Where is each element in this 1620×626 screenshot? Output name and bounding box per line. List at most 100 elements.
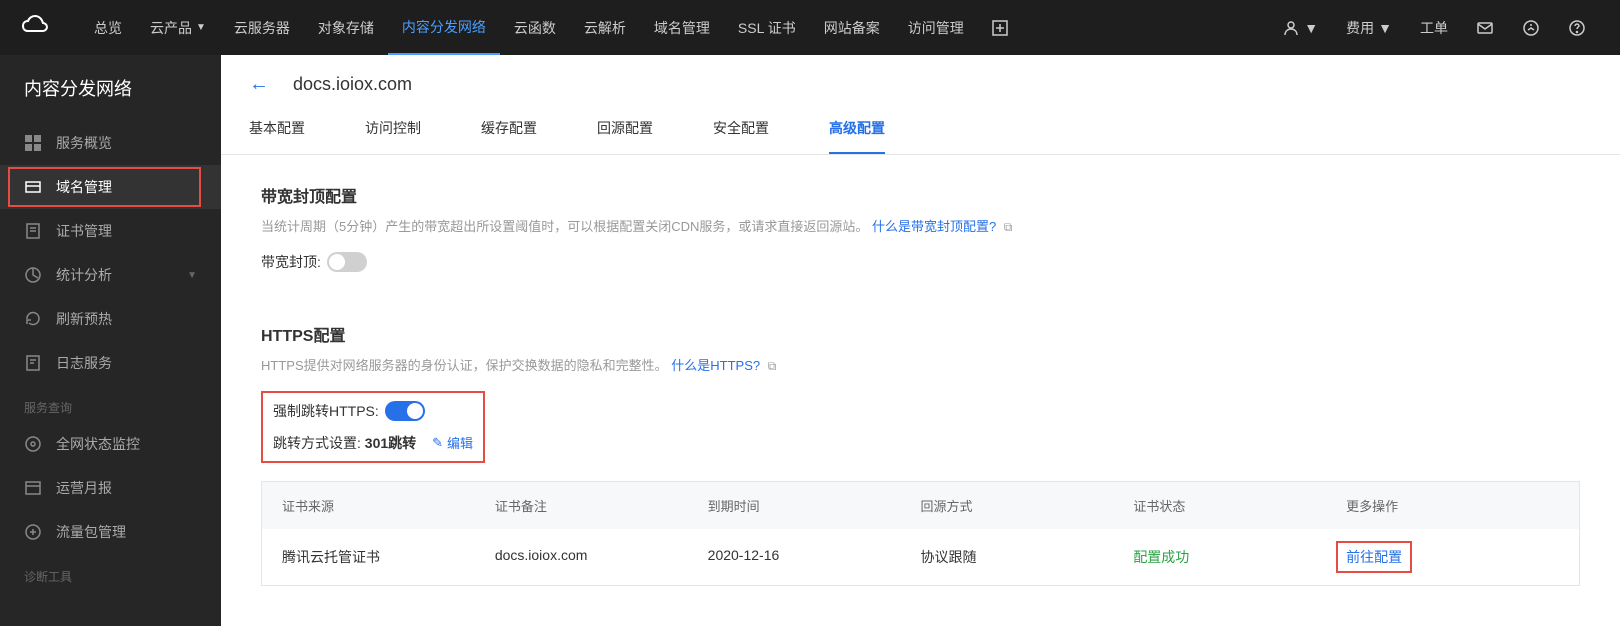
- back-arrow-icon[interactable]: ←: [249, 73, 269, 96]
- message-icon[interactable]: [1462, 19, 1508, 37]
- table-header: 证书来源 证书备注 到期时间 回源方式 证书状态 更多操作: [262, 482, 1579, 529]
- help-icon[interactable]: [1554, 19, 1600, 37]
- sidebar-item-refresh[interactable]: 刷新预热: [0, 297, 221, 341]
- https-title: HTTPS配置: [261, 322, 1580, 346]
- account-menu[interactable]: ▼: [1268, 19, 1332, 37]
- tab-origin[interactable]: 回源配置: [597, 118, 653, 154]
- https-help-link[interactable]: 什么是HTTPS?: [671, 358, 760, 373]
- th-expire: 到期时间: [708, 496, 921, 515]
- nav-overview[interactable]: 总览: [80, 0, 136, 55]
- nav-cos[interactable]: 对象存储: [304, 0, 388, 55]
- force-https-label: 强制跳转HTTPS:: [273, 401, 379, 421]
- sidebar-item-stats[interactable]: 统计分析 ▼: [0, 253, 221, 297]
- redirect-label: 跳转方式设置: 301跳转: [273, 433, 416, 453]
- nav-beian[interactable]: 网站备案: [810, 0, 894, 55]
- sidebar-item-domain[interactable]: 域名管理: [0, 165, 221, 209]
- sidebar-item-report[interactable]: 运营月报: [0, 466, 221, 510]
- sidebar-item-label: 流量包管理: [56, 522, 126, 542]
- cert-icon: [24, 222, 42, 240]
- dashboard-icon: [24, 134, 42, 152]
- refresh-icon: [24, 310, 42, 328]
- sidebar-item-log[interactable]: 日志服务: [0, 341, 221, 385]
- sidebar-item-label: 统计分析: [56, 265, 112, 285]
- td-expire: 2020-12-16: [708, 547, 921, 567]
- sidebar-section-diag: 诊断工具: [0, 554, 221, 591]
- td-note: docs.ioiox.com: [495, 547, 708, 567]
- force-https-toggle[interactable]: [385, 401, 425, 421]
- th-origin: 回源方式: [920, 496, 1133, 515]
- chevron-down-icon: ▼: [1378, 20, 1392, 36]
- sidebar-item-overview[interactable]: 服务概览: [0, 121, 221, 165]
- sidebar-item-label: 刷新预热: [56, 309, 112, 329]
- external-link-icon: ⧉: [768, 357, 777, 376]
- logo-icon[interactable]: [20, 13, 50, 43]
- bandwidth-toggle[interactable]: [327, 252, 367, 272]
- content-area: ← docs.ioiox.com 基本配置 访问控制 缓存配置 回源配置 安全配…: [221, 55, 1620, 626]
- sidebar-item-label: 日志服务: [56, 353, 112, 373]
- nav-dns[interactable]: 云解析: [570, 0, 640, 55]
- nav-cam[interactable]: 访问管理: [894, 0, 978, 55]
- bandwidth-toggle-label: 带宽封顶:: [261, 252, 321, 272]
- monitor-icon: [24, 435, 42, 453]
- tab-cache[interactable]: 缓存配置: [481, 118, 537, 154]
- nav-domain[interactable]: 域名管理: [640, 0, 724, 55]
- nav-cdn[interactable]: 内容分发网络: [388, 0, 500, 55]
- th-note: 证书备注: [495, 496, 708, 515]
- sidebar-section-query: 服务查询: [0, 385, 221, 422]
- https-desc: HTTPS提供对网络服务器的身份认证，保护交换数据的隐私和完整性。 什么是HTT…: [261, 356, 1580, 377]
- bandwidth-help-link[interactable]: 什么是带宽封顶配置?: [872, 219, 996, 234]
- sidebar-item-monitor[interactable]: 全网状态监控: [0, 422, 221, 466]
- th-action: 更多操作: [1346, 496, 1559, 515]
- goto-config-link[interactable]: 前往配置: [1346, 549, 1402, 565]
- https-highlight-box: 强制跳转HTTPS: 跳转方式设置: 301跳转 ✎ 编辑: [261, 391, 485, 463]
- chevron-down-icon: ▼: [196, 22, 206, 33]
- log-icon: [24, 354, 42, 372]
- top-navigation-bar: 总览 云产品▼ 云服务器 对象存储 内容分发网络 云函数 云解析 域名管理 SS…: [0, 0, 1620, 55]
- add-shortcut-icon[interactable]: [978, 20, 1022, 36]
- chevron-down-icon: ▼: [187, 270, 197, 281]
- sidebar-title: 内容分发网络: [0, 75, 221, 121]
- sidebar-item-cert[interactable]: 证书管理: [0, 209, 221, 253]
- tab-advanced[interactable]: 高级配置: [829, 118, 885, 154]
- table-row: 腾讯云托管证书 docs.ioiox.com 2020-12-16 协议跟随 配…: [262, 529, 1579, 585]
- sidebar-item-label: 全网状态监控: [56, 434, 140, 454]
- redirect-row: 跳转方式设置: 301跳转 ✎ 编辑: [273, 433, 473, 453]
- td-action: 前往配置: [1346, 547, 1559, 567]
- force-https-row: 强制跳转HTTPS:: [273, 401, 473, 421]
- sidebar-item-label: 运营月报: [56, 478, 112, 498]
- nav-products[interactable]: 云产品▼: [136, 0, 220, 55]
- notification-icon[interactable]: [1508, 19, 1554, 37]
- chevron-down-icon: ▼: [1304, 20, 1318, 36]
- fees-menu[interactable]: 费用▼: [1332, 18, 1406, 38]
- nav-cvm[interactable]: 云服务器: [220, 0, 304, 55]
- config-tabs: 基本配置 访问控制 缓存配置 回源配置 安全配置 高级配置: [221, 96, 1620, 155]
- td-source: 腾讯云托管证书: [282, 547, 495, 567]
- sidebar-item-traffic[interactable]: 流量包管理: [0, 510, 221, 554]
- edit-redirect-link[interactable]: ✎ 编辑: [432, 433, 473, 452]
- nav-ssl[interactable]: SSL 证书: [724, 0, 810, 55]
- stats-icon: [24, 266, 42, 284]
- th-status: 证书状态: [1133, 496, 1346, 515]
- sidebar-item-label: 证书管理: [56, 221, 112, 241]
- bandwidth-desc: 当统计周期（5分钟）产生的带宽超出所设置阈值时，可以根据配置关闭CDN服务，或请…: [261, 217, 1580, 238]
- report-icon: [24, 479, 42, 497]
- tab-security[interactable]: 安全配置: [713, 118, 769, 154]
- cert-table: 证书来源 证书备注 到期时间 回源方式 证书状态 更多操作 腾讯云托管证书 do…: [261, 481, 1580, 586]
- external-link-icon: ⧉: [1004, 218, 1013, 237]
- nav-scf[interactable]: 云函数: [500, 0, 570, 55]
- page-header: ← docs.ioiox.com: [221, 55, 1620, 96]
- tab-access[interactable]: 访问控制: [365, 118, 421, 154]
- bandwidth-title: 带宽封顶配置: [261, 183, 1580, 207]
- sidebar: 内容分发网络 服务概览 域名管理 证书管理 统计分析 ▼ 刷新预热 日志服务 服…: [0, 55, 221, 626]
- td-origin: 协议跟随: [920, 547, 1133, 567]
- sidebar-item-label: 域名管理: [56, 177, 112, 197]
- bandwidth-section: 带宽封顶配置 当统计周期（5分钟）产生的带宽超出所设置阈值时，可以根据配置关闭C…: [221, 155, 1620, 294]
- ticket-link[interactable]: 工单: [1406, 18, 1462, 38]
- tab-basic[interactable]: 基本配置: [249, 118, 305, 154]
- sidebar-item-label: 服务概览: [56, 133, 112, 153]
- traffic-icon: [24, 523, 42, 541]
- pencil-icon: ✎: [432, 435, 443, 451]
- bandwidth-toggle-row: 带宽封顶:: [261, 252, 1580, 272]
- page-title: docs.ioiox.com: [293, 74, 412, 95]
- https-section: HTTPS配置 HTTPS提供对网络服务器的身份认证，保护交换数据的隐私和完整性…: [221, 294, 1620, 473]
